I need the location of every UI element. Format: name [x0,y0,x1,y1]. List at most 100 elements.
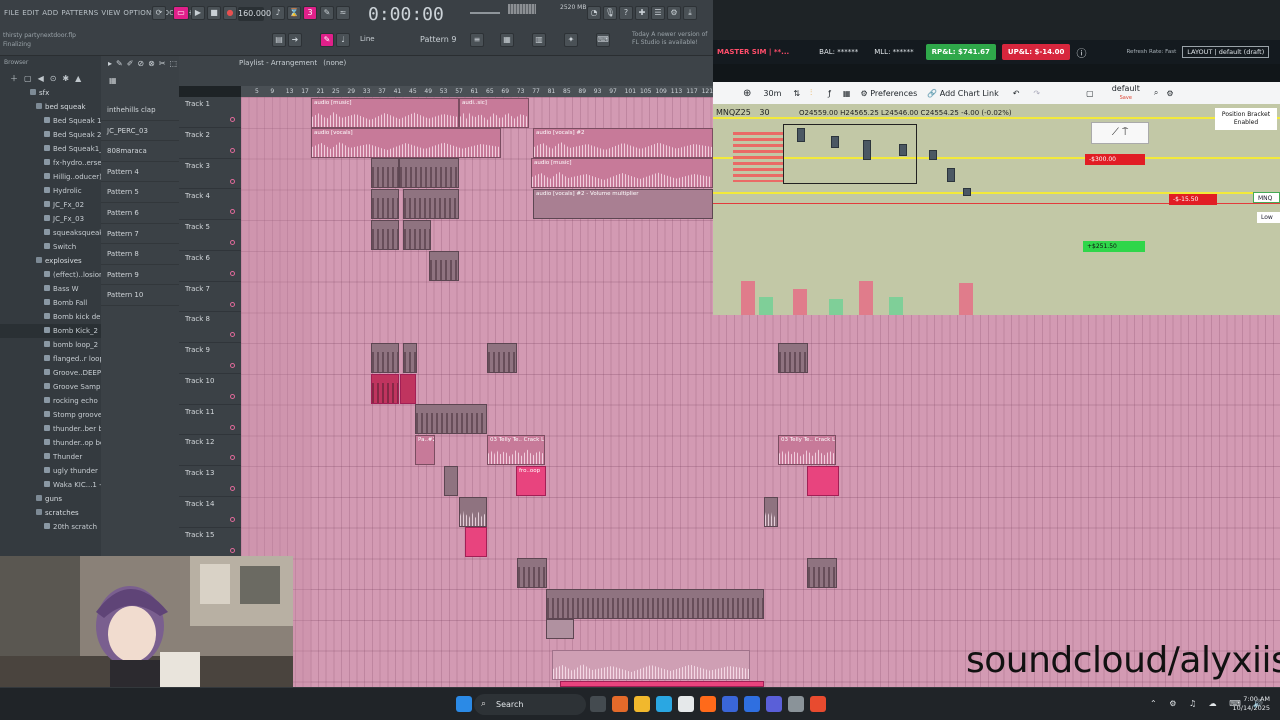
store-icon[interactable] [678,696,694,712]
timeframe-selector[interactable]: 30m [763,89,781,98]
browser-file[interactable]: Bass W [0,282,101,296]
edge-icon[interactable] [656,696,672,712]
file-explorer-icon[interactable] [634,696,650,712]
browser-file[interactable]: Groove Sample [0,380,101,394]
audio-clip-row[interactable] [552,650,750,680]
pattern-clip[interactable] [517,558,547,588]
browser-file[interactable]: Hillig..oducer)_2 [0,170,101,184]
browser-file[interactable]: Bed Squeak1_2 [0,142,101,156]
stop-order-tag[interactable]: -$-15.50 [1169,194,1217,205]
track-enable-icon[interactable] [230,516,235,522]
record-loop-icon[interactable]: ⟳ [152,6,166,20]
pattern-clip[interactable] [371,158,399,188]
browser-file[interactable]: thunder..ber best [0,422,101,436]
task-view-icon[interactable] [590,696,606,712]
audio-clip-pa2[interactable]: Pa..#2 [415,435,435,465]
export-icon[interactable]: ⤓ [683,6,697,20]
drawing-tools[interactable]: ⟋ ⍑ [1091,122,1149,144]
browser-file[interactable]: rocking echo [0,394,101,408]
browser-file[interactable]: JC_Fx_02 [0,198,101,212]
menu-edit[interactable]: EDIT [22,9,39,17]
track-enable-icon[interactable] [230,240,235,245]
chart-settings-icon[interactable]: ⚙ [1166,89,1173,98]
channel-row[interactable]: inthehills clap [101,100,179,121]
track-header[interactable]: Track 1 [179,97,241,128]
pattern-clip[interactable] [403,343,417,373]
browser-file[interactable]: Bomb Kick_2 [0,324,101,338]
browser-file[interactable]: Thunder [0,450,101,464]
track-enable-icon[interactable] [230,547,235,553]
track-header[interactable]: Track 3 [179,159,241,190]
track-header[interactable]: Track 2 [179,128,241,159]
pattern-clip[interactable] [546,619,574,639]
browser-file[interactable]: JC_Fx_03 [0,212,101,226]
browser-folder[interactable]: guns [0,492,101,506]
pattern-clip-hot[interactable] [371,374,399,404]
info-icon[interactable]: ⓘ [1076,45,1086,60]
pattern-clip[interactable] [487,343,517,373]
app-icon[interactable] [744,696,760,712]
track-enable-icon[interactable] [230,301,235,307]
audio-clip-vocals-2[interactable]: audio [vocals] #2 [533,128,713,158]
help-icon[interactable]: ? [619,6,633,20]
paint-tool-icon[interactable]: ✎ [320,33,334,47]
pattern-clip[interactable] [371,189,399,219]
plugin-icon[interactable]: ✚ [635,6,649,20]
browser-folder[interactable]: bed squeak [0,100,101,114]
countdown-icon[interactable]: 3 [303,6,317,20]
track-header[interactable]: Track 12 [179,435,241,466]
slice-tool-icon[interactable]: ✂ [159,59,166,68]
browser-file[interactable]: Bed Squeak 2_2 [0,128,101,142]
track-header[interactable]: Track 6 [179,251,241,282]
mic-icon[interactable]: 🎙 [603,6,617,20]
browser-file[interactable]: 20th scratch [0,520,101,534]
channel-row[interactable]: JC_PERC_03 [101,121,179,142]
touch-keyboard-icon[interactable]: ⌨ [596,33,610,47]
preferences-button[interactable]: ⚙ Preferences [860,89,917,98]
audio-clip-music-2[interactable]: audio [music] [531,158,713,188]
channel-row[interactable]: 808maraca [101,141,179,162]
menu-patterns[interactable]: PATTERNS [61,9,98,17]
add-icon[interactable]: ＋ [10,73,18,84]
track-enable-icon[interactable] [230,270,235,276]
pattern-clip[interactable] [403,189,459,219]
menu-add[interactable]: ADD [42,9,58,17]
profit-order-tag[interactable]: +$251.50 [1083,241,1145,252]
redo-icon[interactable]: ↷ [1033,89,1040,98]
track-header[interactable]: Track 9 [179,343,241,374]
layout-selector[interactable]: LAYOUT | default (draft) [1182,46,1270,58]
track-header[interactable]: Track 7 [179,282,241,313]
browser-file[interactable]: Bomb Fall [0,296,101,310]
track-enable-icon[interactable] [230,147,235,153]
search-icon[interactable]: ⊙ [50,74,57,83]
track-header[interactable]: Track 10 [179,374,241,405]
browser-folder[interactable]: explosives [0,254,101,268]
browser-file[interactable]: squeaksqueak_2 [0,226,101,240]
audio-clip-music[interactable]: audio [music] [311,98,459,128]
template-selector[interactable]: default Save [1112,84,1140,102]
draw-tool-icon[interactable]: ✎ [116,59,123,68]
plugin-picker-icon[interactable]: ✦ [564,33,578,47]
mute-tool-icon[interactable]: ⊗ [148,59,155,68]
pattern-clip-hot[interactable] [400,374,416,404]
audio-clip-crack-loop-2[interactable]: 03 Telly Te.. Crack Loop [778,435,836,465]
browser-file[interactable]: thunder..op best [0,436,101,450]
candle-style-icon[interactable]: ⫶ [810,88,812,98]
news-panel[interactable]: Today A newer version of FL Studio is av… [632,31,707,47]
pattern-selector[interactable]: Pattern 9 [420,35,456,44]
paint-brush-icon[interactable]: ✐ [127,59,134,68]
browser-file[interactable]: bomb loop_2 [0,338,101,352]
track-header[interactable]: Track 13 [179,466,241,497]
track-enable-icon[interactable] [230,363,235,368]
firefox-icon[interactable] [700,696,716,712]
track-enable-icon[interactable] [230,209,235,215]
playlist-icon[interactable]: ▤ [272,33,286,47]
track-enable-icon[interactable] [230,424,235,430]
track-enable-icon[interactable] [230,117,235,122]
track-enable-icon[interactable] [230,455,235,461]
audio-clip-crack-loop[interactable]: 03 Telly Te.. Crack Loop [487,435,545,465]
track-header[interactable]: Track 14 [179,497,241,528]
price-chart[interactable]: MNQZ25 30 O24559.00 H24565.25 L24546.00 … [713,104,1280,315]
track-enable-icon[interactable] [230,393,235,399]
track-enable-icon[interactable] [230,486,235,491]
